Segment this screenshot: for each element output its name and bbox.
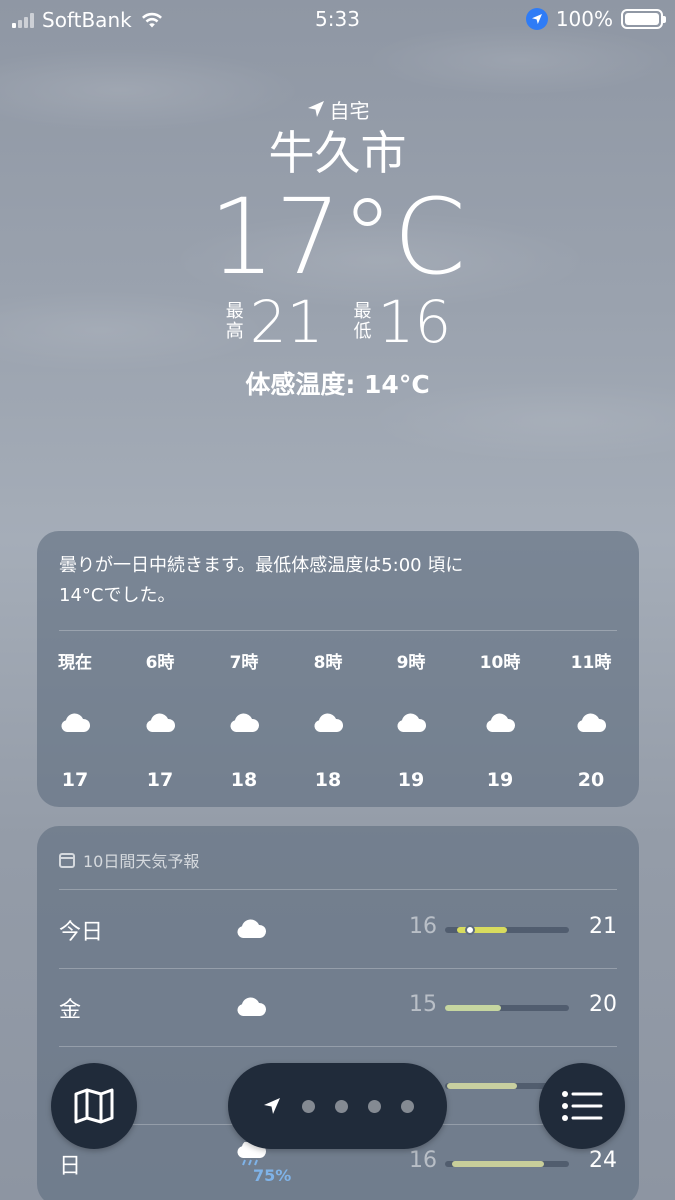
- home-text: 自宅: [329, 98, 370, 123]
- high-temp: 21: [589, 914, 617, 939]
- temp-range-fill: [445, 1005, 501, 1011]
- forecast-row-today[interactable]: 今日 16 21: [59, 890, 617, 968]
- high-low: 最高 21 最低 16: [0, 291, 675, 353]
- high-label: 最高: [225, 301, 244, 342]
- list-icon: [562, 1091, 603, 1121]
- status-right: 100%: [525, 7, 666, 31]
- cloud-icon: [61, 713, 91, 732]
- low-temp: 16: [409, 1148, 437, 1173]
- hour-item: 11時 20: [551, 653, 631, 791]
- day-label: 今日: [59, 920, 104, 945]
- cloud-icon: [486, 713, 516, 732]
- hour-item: 現在 17: [35, 653, 115, 791]
- low-temp: 16: [377, 288, 452, 356]
- cloud-icon: [230, 713, 260, 732]
- hour-temp: 20: [577, 769, 605, 791]
- hour-label: 7時: [229, 653, 259, 673]
- cloud-icon: [146, 713, 176, 732]
- map-icon: [74, 1088, 114, 1124]
- hour-item: 8時 18: [288, 653, 368, 791]
- cloud-icon: [237, 997, 267, 1016]
- hour-temp: 17: [61, 769, 89, 791]
- high-temp: 24: [589, 1148, 617, 1173]
- cloud-icon: [577, 713, 607, 732]
- current-temp-marker: [464, 925, 475, 935]
- page-dot[interactable]: [334, 1099, 348, 1113]
- location-services-icon: [525, 8, 548, 30]
- temp-range-fill: [452, 1161, 545, 1167]
- hour-item: 6時 17: [120, 653, 200, 791]
- low-temp: 15: [409, 992, 437, 1017]
- hour-label: 11時: [570, 653, 612, 673]
- temp-range-bar: [445, 925, 569, 935]
- page-indicator[interactable]: [228, 1063, 447, 1149]
- cloud-icon: [237, 919, 267, 938]
- cloud-icon: [397, 713, 427, 732]
- hour-label: 8時: [313, 653, 343, 673]
- current-temperature: 17°C: [209, 176, 466, 298]
- low-group: 最低 16: [352, 291, 452, 353]
- current-weather: 自宅 牛久市 17°C 最高 21 最低 16 体感温度: 14°C: [0, 95, 675, 401]
- hour-temp: 19: [397, 769, 425, 791]
- battery-icon: [621, 9, 666, 29]
- high-temp: 21: [249, 288, 324, 356]
- weather-summary: 曇りが一日中続きます。最低体感温度は5:00 頃に 14°Cでした。: [59, 551, 617, 611]
- temp-range-bar: [445, 1005, 569, 1011]
- summary-line-2: 14°Cでした。: [59, 585, 176, 606]
- forecast-header: 10日間天気予報: [59, 848, 199, 872]
- day-label: 金: [59, 998, 82, 1023]
- status-bar: SoftBank 5:33 100%: [0, 0, 675, 40]
- battery-percent: 100%: [555, 7, 613, 31]
- hour-temp: 19: [486, 769, 514, 791]
- calendar-icon: [59, 852, 75, 868]
- page-dot[interactable]: [367, 1099, 381, 1113]
- hour-item: 7時 18: [204, 653, 284, 791]
- hourly-forecast-card[interactable]: 曇りが一日中続きます。最低体感温度は5:00 頃に 14°Cでした。 現在 17…: [37, 531, 639, 807]
- hour-label: 6時: [145, 653, 175, 673]
- hour-label: 9時: [396, 653, 426, 673]
- hour-item: 10時 19: [460, 653, 540, 791]
- high-group: 最高 21: [224, 291, 324, 353]
- hour-label: 現在: [58, 653, 92, 673]
- divider: [59, 630, 617, 631]
- hour-temp: 18: [230, 769, 258, 791]
- cloud-icon: [314, 713, 344, 732]
- location-arrow-icon: [307, 101, 324, 117]
- forecast-title: 10日間天気予報: [83, 852, 200, 871]
- day-label: 日: [59, 1154, 82, 1179]
- temp-range-fill: [447, 1083, 517, 1089]
- feels-like: 体感温度: 14°C: [245, 370, 430, 399]
- hour-temp: 17: [146, 769, 174, 791]
- list-button[interactable]: [539, 1063, 625, 1149]
- map-button[interactable]: [51, 1063, 137, 1149]
- temp-range-bar: [445, 1161, 569, 1167]
- hour-item: 9時 19: [371, 653, 451, 791]
- high-temp: 20: [589, 992, 617, 1017]
- page-dot[interactable]: [400, 1099, 414, 1113]
- hour-label: 10時: [479, 653, 521, 673]
- low-temp: 16: [409, 914, 437, 939]
- home-label: 自宅: [0, 95, 675, 123]
- page-dot[interactable]: [301, 1099, 315, 1113]
- forecast-row-fri[interactable]: 金 15 20: [59, 968, 617, 1046]
- precipitation-chance: 75%: [253, 1166, 292, 1185]
- low-label: 最低: [353, 301, 372, 342]
- summary-line-1: 曇りが一日中続きます。最低体感温度は5:00 頃に: [59, 555, 464, 576]
- location-arrow-icon[interactable]: [262, 1096, 282, 1116]
- hour-temp: 18: [314, 769, 342, 791]
- city-name: 牛久市: [268, 126, 407, 180]
